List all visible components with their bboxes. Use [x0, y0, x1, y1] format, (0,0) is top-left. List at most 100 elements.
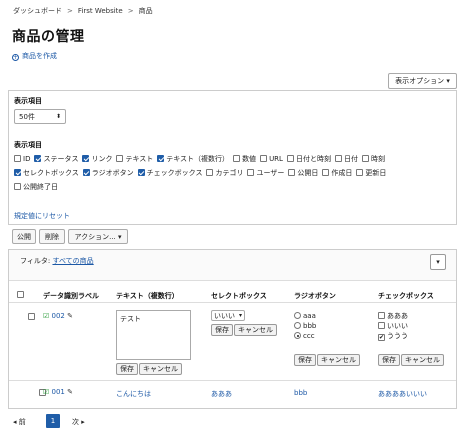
- column-checkbox[interactable]: [260, 155, 268, 162]
- column-toggle-label: 数値: [242, 155, 257, 163]
- column-checkbox[interactable]: [288, 169, 296, 176]
- checkbox-option[interactable]: いいい: [378, 321, 408, 331]
- column-toggle[interactable]: セレクトボックス: [14, 169, 79, 177]
- per-page-select[interactable]: 50件 ⬍: [14, 109, 66, 124]
- textarea-input[interactable]: テスト: [116, 310, 191, 360]
- column-toggle-label: 作成日: [331, 169, 353, 177]
- col-header-radio[interactable]: ラジオボタン: [294, 291, 336, 301]
- cancel-button[interactable]: キャンセル: [234, 324, 277, 336]
- save-button[interactable]: 保存: [294, 354, 316, 366]
- text-cell[interactable]: こんにちは: [116, 389, 151, 399]
- checkbox[interactable]: [378, 322, 385, 329]
- filter-dropdown-button[interactable]: ▾: [430, 254, 446, 270]
- radio-label: aaa: [303, 312, 316, 320]
- save-button[interactable]: 保存: [378, 354, 400, 366]
- column-checkbox[interactable]: [82, 155, 90, 162]
- column-checkbox[interactable]: [137, 169, 145, 176]
- column-checkbox[interactable]: [356, 169, 364, 176]
- column-toggle[interactable]: 日付と時刻: [286, 155, 331, 163]
- delete-button[interactable]: 削除: [39, 229, 65, 244]
- column-checkbox[interactable]: [14, 155, 21, 162]
- row-id-link[interactable]: 002: [52, 312, 65, 320]
- column-toggle[interactable]: チェックボックス: [137, 169, 203, 177]
- checkbox-option[interactable]: あああ: [378, 311, 408, 321]
- column-toggle[interactable]: 時刻: [361, 155, 385, 163]
- column-toggle-label: ラジオボタン: [91, 169, 134, 177]
- column-toggle[interactable]: 日付: [334, 155, 358, 163]
- column-toggle[interactable]: ID: [14, 155, 30, 163]
- col-header-label[interactable]: データ識別ラベル: [43, 291, 99, 301]
- select-all-checkbox[interactable]: [17, 291, 24, 298]
- cancel-button[interactable]: キャンセル: [317, 354, 360, 366]
- radio-cell[interactable]: bbb: [294, 389, 307, 397]
- column-checkbox[interactable]: [14, 183, 21, 190]
- column-checkbox[interactable]: [116, 155, 124, 162]
- column-toggle[interactable]: 数値: [233, 155, 256, 163]
- column-toggle-label: 公開終了日: [23, 183, 58, 191]
- actions-dropdown[interactable]: アクション... ▾: [68, 229, 128, 244]
- column-checkbox[interactable]: [157, 155, 165, 162]
- column-toggle[interactable]: リンク: [82, 155, 112, 163]
- radio-option[interactable]: bbb: [294, 321, 316, 331]
- column-toggle[interactable]: カテゴリ: [206, 169, 243, 177]
- column-checkbox[interactable]: [286, 155, 294, 162]
- radio-group: aaa bbb ccc: [294, 311, 316, 341]
- column-checkbox[interactable]: [14, 169, 21, 176]
- select-cell[interactable]: あああ: [211, 389, 232, 399]
- save-button[interactable]: 保存: [116, 363, 138, 375]
- column-toggle[interactable]: テキスト: [116, 155, 153, 163]
- column-toggle-row: 公開終了日: [14, 182, 62, 192]
- radio-button[interactable]: [294, 322, 301, 329]
- reset-defaults-link[interactable]: 規定値にリセット: [14, 211, 70, 221]
- display-options-button[interactable]: 表示オプション ▾: [388, 73, 457, 89]
- column-toggle[interactable]: 作成日: [322, 169, 352, 177]
- column-checkbox[interactable]: [82, 169, 90, 176]
- column-toggle[interactable]: ステータス: [34, 155, 78, 163]
- radio-option[interactable]: aaa: [294, 311, 316, 321]
- column-checkbox[interactable]: [322, 169, 330, 176]
- edit-icon[interactable]: ✎: [67, 312, 73, 320]
- column-toggle[interactable]: ユーザー: [247, 169, 284, 177]
- column-checkbox[interactable]: [233, 155, 241, 162]
- breadcrumb-dashboard[interactable]: ダッシュボード: [13, 7, 62, 15]
- checkbox-cell[interactable]: ああああいいい: [378, 389, 427, 399]
- publish-button[interactable]: 公開: [12, 229, 36, 244]
- column-toggle[interactable]: URL: [260, 155, 283, 163]
- checkbox[interactable]: ✔: [378, 334, 385, 341]
- radio-button[interactable]: [294, 332, 301, 339]
- row-id-link[interactable]: 001: [52, 388, 65, 396]
- cancel-button[interactable]: キャンセル: [139, 363, 182, 375]
- select-input[interactable]: いいい ▾: [211, 310, 245, 321]
- column-toggle[interactable]: 更新日: [356, 169, 386, 177]
- save-button[interactable]: 保存: [211, 324, 233, 336]
- column-checkbox[interactable]: [206, 169, 214, 176]
- radio-button[interactable]: [294, 312, 301, 319]
- col-header-checkbox[interactable]: チェックボックス: [378, 291, 434, 301]
- filter-label: フィルタ:: [20, 257, 51, 265]
- column-checkbox[interactable]: [34, 155, 42, 162]
- current-page[interactable]: 1: [46, 414, 60, 428]
- column-toggle-label: チェックボックス: [146, 169, 203, 177]
- checkbox-option[interactable]: ✔ ううう: [378, 331, 408, 341]
- edit-icon[interactable]: ✎: [67, 388, 73, 396]
- cancel-button[interactable]: キャンセル: [401, 354, 444, 366]
- col-header-select[interactable]: セレクトボックス: [211, 291, 267, 301]
- column-checkbox[interactable]: [247, 169, 255, 176]
- next-page-link[interactable]: 次 ▸: [72, 417, 85, 427]
- row-checkbox[interactable]: [28, 313, 36, 320]
- col-header-textarea[interactable]: テキスト（複数行）: [116, 291, 179, 301]
- column-toggle[interactable]: ラジオボタン: [82, 169, 134, 177]
- filter-value-link[interactable]: すべての商品: [52, 257, 93, 265]
- prev-page-link[interactable]: ◂ 前: [13, 417, 26, 427]
- column-checkbox[interactable]: [334, 155, 342, 162]
- column-toggle[interactable]: 公開終了日: [14, 183, 58, 191]
- column-toggle[interactable]: 公開日: [288, 169, 318, 177]
- column-toggle[interactable]: テキスト（複数行）: [157, 155, 229, 163]
- breadcrumb-sep: >: [67, 7, 73, 15]
- create-product-link[interactable]: + 商品を作成: [12, 51, 57, 61]
- radio-option[interactable]: ccc: [294, 331, 316, 341]
- breadcrumb-website[interactable]: First Website: [78, 7, 123, 15]
- checkbox[interactable]: [378, 312, 385, 319]
- column-checkbox[interactable]: [361, 155, 369, 162]
- column-toggle-label: テキスト: [125, 155, 154, 163]
